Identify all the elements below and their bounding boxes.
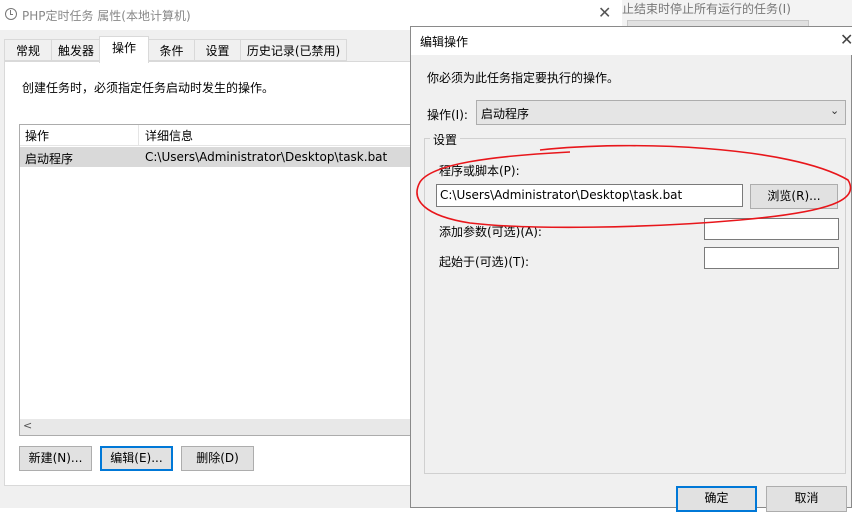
new-action-button[interactable]: 新建(N)... [19,446,92,471]
column-header-details[interactable]: 详细信息 [145,127,193,144]
action-type-label: 操作(I): [427,108,468,122]
background-window-option-text: 止结束时停止所有运行的任务(I) [622,2,791,16]
column-divider[interactable] [138,125,139,145]
row-action-cell: 启动程序 [25,152,74,166]
edit-action-button[interactable]: 编辑(E)... [100,446,173,471]
actions-list[interactable] [19,124,419,436]
start-in-input[interactable] [704,247,839,269]
delete-action-button[interactable]: 删除(D) [181,446,254,471]
action-type-select[interactable] [476,100,846,125]
edit-dialog-titlebar [411,27,852,55]
tab-history[interactable]: 历史记录(已禁用) [240,39,347,61]
tab-settings[interactable]: 设置 [194,39,241,61]
program-script-label: 程序或脚本(P): [439,164,520,178]
program-script-input[interactable]: C:\Users\Administrator\Desktop\task.bat [436,184,743,207]
properties-window-title: PHP定时任务 属性(本地计算机) [22,9,191,23]
tab-actions[interactable]: 操作 [99,36,149,63]
row-details-cell: C:\Users\Administrator\Desktop\task.bat [145,150,388,164]
edit-dialog-title: 编辑操作 [420,35,469,49]
arguments-input[interactable] [704,218,839,240]
properties-close-icon[interactable]: ✕ [598,3,611,22]
actions-list-header [20,125,418,146]
edit-dialog-description: 你必须为此任务指定要执行的操作。 [427,71,620,85]
action-type-value: 启动程序 [481,107,530,121]
chevron-down-icon[interactable]: ⌄ [830,104,839,117]
scroll-left-icon[interactable]: < [23,419,32,432]
column-header-action[interactable]: 操作 [25,127,49,144]
edit-dialog-close-icon[interactable]: ✕ [840,30,852,49]
arguments-label: 添加参数(可选)(A): [439,225,542,239]
cancel-button[interactable]: 取消 [766,486,847,512]
browse-button[interactable]: 浏览(R)... [750,184,838,209]
settings-group-title: 设置 [430,131,461,148]
tab-triggers[interactable]: 触发器 [51,39,101,61]
tab-conditions[interactable]: 条件 [148,39,195,61]
tab-general[interactable]: 常规 [4,39,52,61]
ok-button[interactable]: 确定 [676,486,757,512]
actions-description: 创建任务时，必须指定任务启动时发生的操作。 [22,81,275,95]
horizontal-scrollbar[interactable] [20,419,418,435]
task-clock-icon [5,8,17,20]
start-in-label: 起始于(可选)(T): [439,255,530,269]
